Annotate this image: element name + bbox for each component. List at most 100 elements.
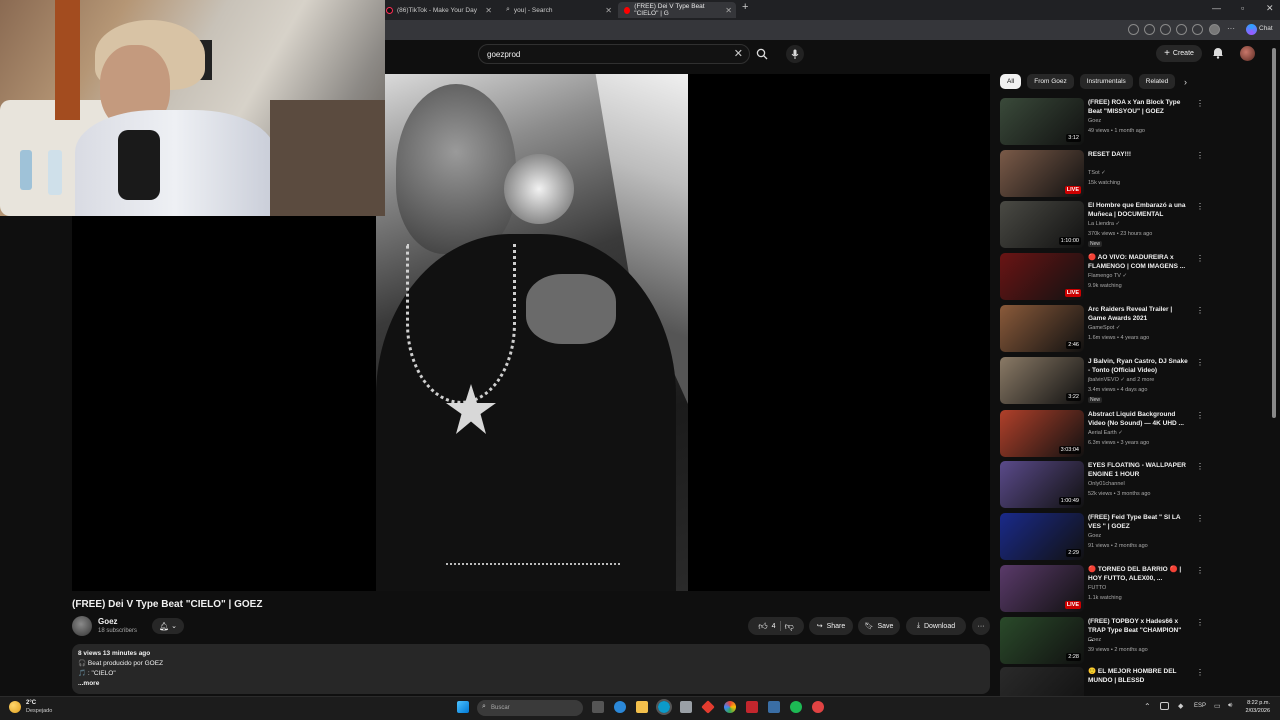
maximize-icon[interactable]: ▫ bbox=[1241, 3, 1244, 13]
more-vertical-icon[interactable]: ⋮ bbox=[1196, 668, 1204, 677]
voice-search-button[interactable] bbox=[786, 45, 804, 63]
recommendation-channel[interactable]: Goez bbox=[1088, 533, 1101, 539]
save-button[interactable]: 🔖︎ Save bbox=[858, 617, 900, 635]
video-thumbnail[interactable]: 1:00:49 bbox=[1000, 461, 1084, 508]
recommendation-title[interactable]: EYES FLOATING - WALLPAPER ENGINE 1 HOUR bbox=[1088, 461, 1188, 479]
recommendation-channel[interactable]: Goez bbox=[1088, 118, 1101, 124]
more-vertical-icon[interactable]: ⋮ bbox=[1196, 151, 1204, 160]
tab-tiktok[interactable]: (86)TikTok - Make Your Day ✕ bbox=[380, 2, 496, 18]
recommendation-title[interactable]: 🔴 AO VIVO: MADUREIRA x FLAMENGO | COM IM… bbox=[1088, 253, 1188, 271]
channel-avatar[interactable] bbox=[72, 616, 92, 636]
weather-icon[interactable] bbox=[9, 701, 21, 713]
minimize-icon[interactable]: — bbox=[1212, 3, 1221, 13]
recommendation-title[interactable]: El Hombre que Embarazó a una Muñeca | DO… bbox=[1088, 201, 1188, 219]
video-thumbnail[interactable]: LIVE bbox=[1000, 253, 1084, 300]
chip-all[interactable]: All bbox=[1000, 74, 1022, 89]
more-vertical-icon[interactable]: ⋮ bbox=[1196, 411, 1204, 420]
recommendation-title[interactable]: (FREE) Feid Type Beat " SI LA VES " | GO… bbox=[1088, 513, 1188, 531]
spotify-icon[interactable] bbox=[790, 701, 802, 713]
more-vertical-icon[interactable]: ⋮ bbox=[1196, 514, 1204, 523]
show-more-link[interactable]: ...more bbox=[78, 679, 984, 689]
recommendation-item[interactable]: LIVE 🔴 AO VIVO: MADUREIRA x FLAMENGO | CO… bbox=[1000, 253, 1204, 301]
recommendation-channel[interactable]: Flamengo TV ✓ bbox=[1088, 273, 1127, 279]
tab-youtube-video[interactable]: (FREE) Dei V Type Beat "CIELO" | G ✕ bbox=[618, 2, 736, 18]
progress-indicator[interactable] bbox=[446, 563, 620, 565]
chip-related[interactable]: Related bbox=[1138, 74, 1176, 89]
recommendation-channel[interactable]: GameSpot ✓ bbox=[1088, 325, 1120, 331]
recommendation-title[interactable]: (FREE) ROA x Yan Block Type Beat "MISSYO… bbox=[1088, 98, 1188, 116]
recommendation-channel[interactable]: Goez bbox=[1088, 637, 1101, 643]
recommendation-channel[interactable]: TSot ✓ bbox=[1088, 170, 1106, 176]
chip-instrumentals[interactable]: Instrumentals bbox=[1079, 74, 1133, 89]
close-window-icon[interactable]: ✕ bbox=[1266, 3, 1274, 14]
clock-date[interactable]: 2/03/2026 bbox=[1240, 708, 1270, 714]
copilot-taskbar-icon[interactable] bbox=[614, 701, 626, 713]
video-thumbnail[interactable]: LIVE bbox=[1000, 150, 1084, 197]
video-description[interactable]: 8 views 13 minutes ago 🎧 Beat producido … bbox=[72, 644, 990, 694]
taskbar-search[interactable]: ⌕ Buscar bbox=[477, 700, 583, 716]
create-button[interactable]: + Create bbox=[1156, 45, 1202, 62]
tray-icon[interactable] bbox=[1160, 702, 1169, 710]
recommendation-title[interactable]: 🙂 EL MEJOR HOMBRE DEL MUNDO | BLESSD bbox=[1088, 667, 1188, 685]
video-thumbnail[interactable]: 2:29 bbox=[1000, 513, 1084, 560]
recommendation-title[interactable]: 🔴 TORNEO DEL BARRIO 🔴 | HOY FUTTO, ALEX0… bbox=[1088, 565, 1188, 583]
volume-icon[interactable]: 🔊︎ bbox=[1228, 702, 1232, 710]
recommendation-item[interactable]: 3:12 (FREE) ROA x Yan Block Type Beat "MI… bbox=[1000, 98, 1204, 146]
recommendation-title[interactable]: RESET DAY!!! bbox=[1088, 150, 1188, 159]
store-icon[interactable] bbox=[680, 701, 692, 713]
file-explorer-icon[interactable] bbox=[636, 701, 648, 713]
more-actions-button[interactable]: ··· bbox=[972, 617, 990, 635]
recommendation-item[interactable]: LIVE 🔴 TORNEO DEL BARRIO 🔴 | HOY FUTTO, A… bbox=[1000, 565, 1204, 613]
recommendation-title[interactable]: Arc Raiders Reveal Trailer | Game Awards… bbox=[1088, 305, 1188, 323]
close-tab-icon[interactable]: ✕ bbox=[605, 6, 612, 15]
recommendation-channel[interactable]: La Liendra ✓ bbox=[1088, 221, 1120, 227]
favorites-icon[interactable] bbox=[1192, 24, 1203, 35]
like-button[interactable]: 👍︎ 4 bbox=[758, 621, 775, 632]
more-vertical-icon[interactable]: ⋮ bbox=[1196, 566, 1204, 575]
recommendation-item[interactable]: 1:00:49 EYES FLOATING - WALLPAPER ENGINE … bbox=[1000, 461, 1204, 509]
app-icon[interactable] bbox=[746, 701, 758, 713]
new-tab-icon[interactable]: + bbox=[742, 1, 748, 13]
extension-icon[interactable] bbox=[1128, 24, 1139, 35]
recommendation-item[interactable]: 1:10:00 El Hombre que Embarazó a una Muñe… bbox=[1000, 201, 1204, 249]
video-thumbnail[interactable]: 3:12 bbox=[1000, 98, 1084, 145]
chevron-right-icon[interactable]: › bbox=[1184, 77, 1187, 87]
recommendation-item[interactable]: LIVE RESET DAY!!! TSot ✓ 15k watching ⋮ bbox=[1000, 150, 1204, 198]
recommendation-item[interactable]: 2:46 Arc Raiders Reveal Trailer | Game Aw… bbox=[1000, 305, 1204, 353]
extension-icon[interactable] bbox=[1160, 24, 1171, 35]
close-tab-icon[interactable]: ✕ bbox=[725, 6, 732, 15]
video-thumbnail[interactable]: 3:03:04 bbox=[1000, 410, 1084, 457]
more-menu-icon[interactable]: ··· bbox=[1227, 24, 1235, 33]
subscription-bell-button[interactable]: 🔔︎ ⌄ bbox=[152, 618, 184, 634]
recommendation-channel[interactable]: Only01channel bbox=[1088, 481, 1125, 487]
video-thumbnail[interactable]: LIVE bbox=[1000, 565, 1084, 612]
recommendation-title[interactable]: (FREE) TOPBOY x Hades66 x TRAP Type Beat… bbox=[1088, 617, 1188, 644]
video-thumbnail[interactable]: 2:46 bbox=[1000, 305, 1084, 352]
video-thumbnail[interactable]: 1:10:00 bbox=[1000, 201, 1084, 248]
video-thumbnail[interactable]: 2:28 bbox=[1000, 617, 1084, 664]
extension-icon[interactable] bbox=[1144, 24, 1155, 35]
more-vertical-icon[interactable]: ⋮ bbox=[1196, 358, 1204, 367]
weather-temp[interactable]: 2°C bbox=[26, 700, 36, 706]
more-vertical-icon[interactable]: ⋮ bbox=[1196, 202, 1204, 211]
close-tab-icon[interactable]: ✕ bbox=[485, 6, 492, 15]
recommendation-channel[interactable]: jbalvinVEVO ✓ and 2 more bbox=[1088, 377, 1154, 383]
chat-label[interactable]: Chat bbox=[1259, 25, 1273, 32]
start-icon[interactable] bbox=[457, 701, 469, 713]
edge-icon[interactable] bbox=[656, 699, 672, 715]
more-vertical-icon[interactable]: ⋮ bbox=[1196, 254, 1204, 263]
recommendation-title[interactable]: J Balvin, Ryan Castro, DJ Snake - Tonto … bbox=[1088, 357, 1188, 375]
profile-icon[interactable] bbox=[1209, 24, 1220, 35]
more-vertical-icon[interactable]: ⋮ bbox=[1196, 462, 1204, 471]
recommendation-channel[interactable]: FUTTO bbox=[1088, 585, 1106, 591]
app-icon[interactable] bbox=[812, 701, 824, 713]
recommendation-channel[interactable]: Aerial Earth ✓ bbox=[1088, 430, 1123, 436]
extension-icon[interactable] bbox=[1176, 24, 1187, 35]
chip-from-goez[interactable]: From Goez bbox=[1027, 74, 1074, 89]
task-view-icon[interactable] bbox=[592, 701, 604, 713]
copilot-icon[interactable] bbox=[1246, 24, 1257, 35]
account-avatar[interactable] bbox=[1240, 46, 1255, 61]
share-button[interactable]: ↪ Share bbox=[809, 617, 853, 635]
recommendation-item[interactable]: 2:28 (FREE) TOPBOY x Hades66 x TRAP Type … bbox=[1000, 617, 1204, 665]
search-input[interactable]: goezprod ✕ bbox=[478, 44, 750, 64]
